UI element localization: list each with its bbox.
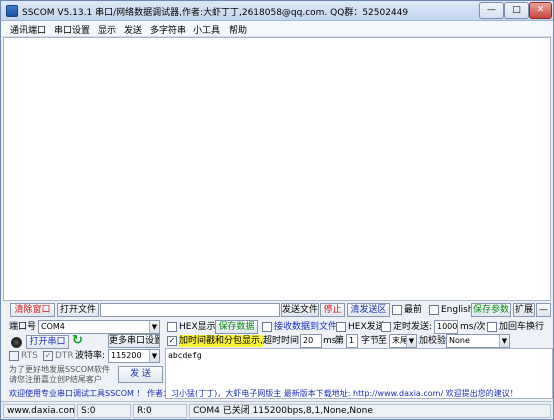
- minimize-button[interactable]: —: [479, 2, 504, 19]
- always-on-top-checkbox[interactable]: [392, 305, 402, 315]
- hex-send-label: HEX发送: [348, 322, 385, 332]
- status-site[interactable]: www.daxia.com: [3, 404, 75, 418]
- menu-display[interactable]: 显示: [98, 23, 116, 36]
- port-label: 端口号: [9, 322, 37, 332]
- always-on-top-label: 最前: [404, 305, 423, 315]
- menu-send[interactable]: 发送: [124, 23, 142, 36]
- baud-select[interactable]: 115200 ▼: [108, 349, 160, 363]
- chevron-down-icon: ▼: [149, 321, 159, 333]
- end-select[interactable]: 末尾 ▼: [389, 334, 417, 348]
- byte-prefix: 第: [335, 336, 345, 346]
- title-bar[interactable]: SSCOM V5.13.1 串口/网络数据调试器,作者:大虾丁丁,2618058…: [1, 1, 553, 21]
- stop-button[interactable]: 停止: [320, 303, 345, 317]
- port-status-led: [11, 337, 22, 348]
- english-checkbox[interactable]: [429, 305, 439, 315]
- baud-value: 115200: [111, 351, 142, 360]
- promo-text[interactable]: 欢迎使用专业串口调试工具SSCOM ！ 作者：习小猛(丁丁)，大虾电子网版主 最…: [9, 388, 549, 399]
- chevron-down-icon: ▼: [149, 350, 159, 362]
- status-bar: www.daxia.com S:0 R:0 COM4 已关闭 115200bps…: [1, 401, 553, 419]
- open-port-button[interactable]: 打开串口: [26, 335, 69, 349]
- open-file-button[interactable]: 打开文件: [57, 303, 99, 317]
- app-icon: [6, 5, 18, 17]
- timed-send-checkbox[interactable]: [381, 322, 391, 332]
- save-params-button[interactable]: 保存参数: [471, 303, 511, 317]
- receive-area[interactable]: [3, 37, 551, 301]
- rts-checkbox[interactable]: [9, 351, 19, 361]
- timestamp-checkbox[interactable]: ✓: [167, 336, 177, 346]
- status-sent-count: S:0: [77, 404, 131, 418]
- to-label: 至: [378, 336, 388, 346]
- send-button[interactable]: 发 送: [118, 366, 163, 383]
- sscom-window: SSCOM V5.13.1 串口/网络数据调试器,作者:大虾丁丁,2618058…: [0, 0, 554, 420]
- interval-unit: ms/次: [460, 322, 486, 332]
- hex-display-label: HEX显示: [179, 322, 216, 332]
- checksum-select[interactable]: None ▼: [446, 334, 510, 348]
- timestamp-label: 加时间戳和分包显示,: [179, 335, 263, 347]
- more-settings-button[interactable]: 更多串口设置: [108, 334, 160, 348]
- timed-send-label: 定时发送:: [393, 322, 433, 332]
- file-path-input[interactable]: [100, 303, 280, 317]
- dtr-checkbox[interactable]: ✓: [43, 351, 53, 361]
- hex-display-checkbox[interactable]: [167, 322, 177, 332]
- port-value: COM4: [41, 322, 65, 331]
- baud-label: 波特率:: [75, 351, 106, 361]
- status-port: COM4 已关闭 115200bps,8,1,None,None: [189, 404, 551, 418]
- add-crlf-checkbox[interactable]: [487, 322, 497, 332]
- hex-send-checkbox[interactable]: [336, 322, 346, 332]
- chevron-down-icon: ▼: [406, 335, 416, 347]
- rts-label: RTS: [21, 351, 38, 361]
- status-recv-count: R:0: [133, 404, 187, 418]
- clear-send-button[interactable]: 清发送区: [347, 303, 390, 317]
- chevron-down-icon: ▼: [499, 335, 509, 347]
- clear-window-button[interactable]: 清除窗口: [10, 303, 55, 317]
- tip-line-2: 请您注册嘉立创P结尾客户: [9, 375, 102, 384]
- refresh-icon[interactable]: ↻: [72, 334, 86, 348]
- tip-line-1: 为了更好地发展SSCOM软件: [9, 365, 110, 374]
- recv-to-file-label: 接收数据到文件: [274, 322, 338, 332]
- checksum-label: 加校验: [419, 336, 447, 346]
- english-label: English: [441, 305, 474, 315]
- recv-to-file-checkbox[interactable]: [262, 322, 272, 332]
- timeout-input[interactable]: 20: [300, 334, 322, 348]
- menu-comm-port[interactable]: 通讯端口: [10, 23, 46, 36]
- collapse-button[interactable]: —: [536, 303, 551, 317]
- menu-help[interactable]: 帮助: [229, 23, 247, 36]
- close-button[interactable]: ✕: [529, 2, 552, 19]
- byte-index-input[interactable]: 1: [346, 334, 358, 348]
- interval-input[interactable]: 1000: [434, 320, 458, 334]
- menu-serial-settings[interactable]: 串口设置: [54, 23, 90, 36]
- menu-multi-string[interactable]: 多字符串: [150, 23, 186, 36]
- checksum-value: None: [449, 336, 470, 345]
- menu-tools[interactable]: 小工具: [193, 23, 220, 36]
- save-data-button[interactable]: 保存数据: [215, 320, 258, 334]
- dtr-label: DTR: [55, 351, 74, 361]
- timeout-label: 超时时间:: [263, 336, 303, 346]
- port-select[interactable]: COM4 ▼: [38, 320, 160, 334]
- byte-label: 字节: [361, 336, 380, 346]
- add-crlf-label: 加回车换行: [499, 322, 545, 332]
- send-file-button[interactable]: 发送文件: [281, 303, 319, 317]
- maximize-button[interactable]: □: [504, 2, 529, 19]
- menu-bar: 通讯端口 串口设置 显示 发送 多字符串 小工具 帮助: [1, 21, 553, 37]
- expand-button[interactable]: 扩展: [513, 303, 535, 317]
- window-title: SSCOM V5.13.1 串口/网络数据调试器,作者:大虾丁丁,2618058…: [22, 8, 409, 18]
